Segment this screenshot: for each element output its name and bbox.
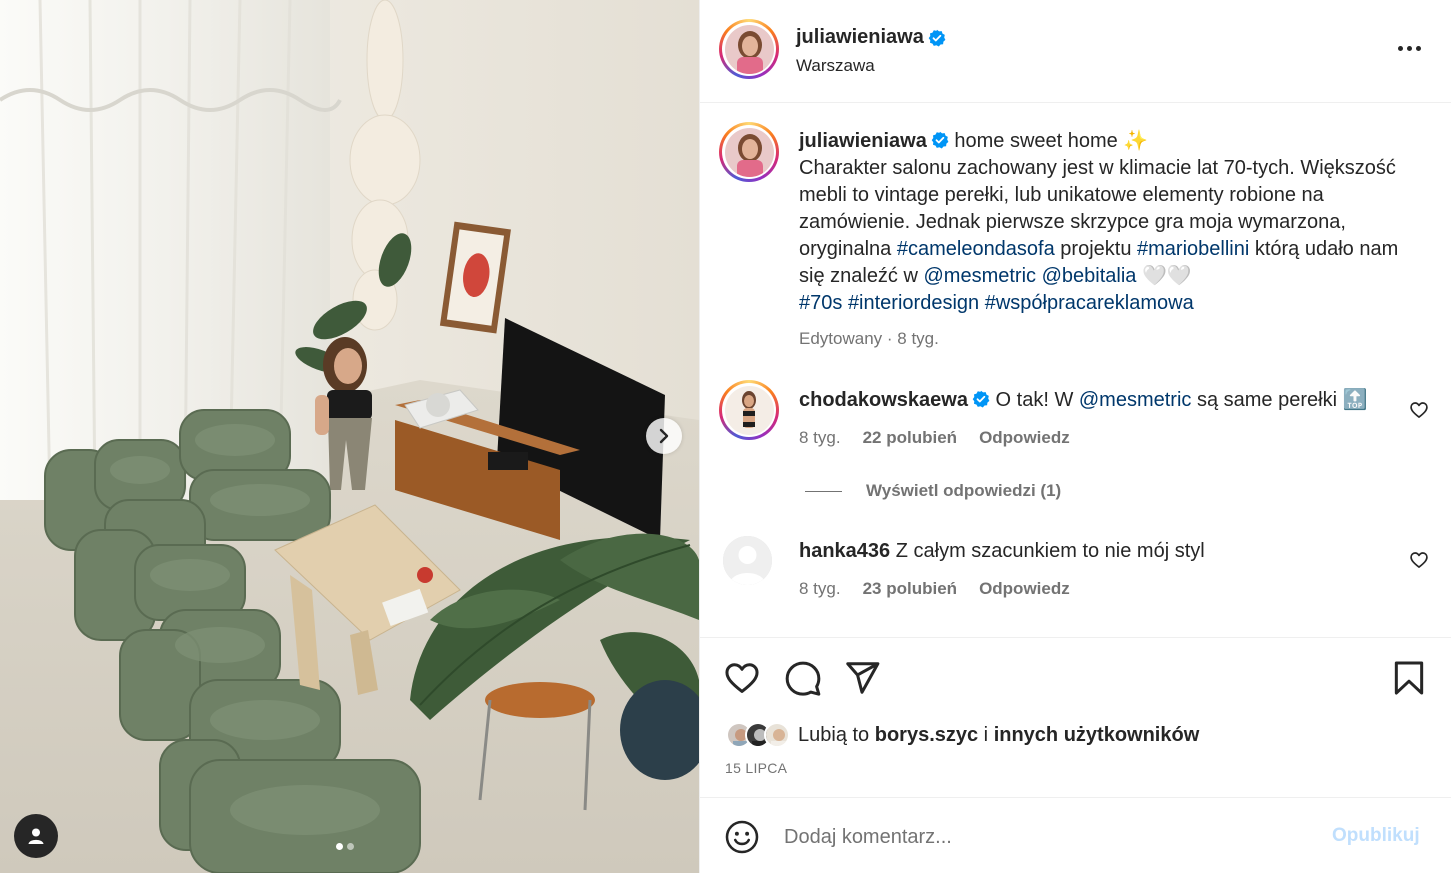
comment-meta: 8 tyg. 23 polubień Odpowiedz [799, 579, 1070, 599]
caption-edited-time[interactable]: Edytowany · 8 tyg. [799, 329, 939, 349]
more-dot-icon [1415, 45, 1421, 51]
hashtag-link[interactable]: #współpracareklamowa [985, 292, 1194, 314]
default-avatar-icon [723, 536, 772, 585]
verified-badge-icon [931, 131, 949, 149]
caption-username[interactable]: juliawieniawa [799, 130, 927, 152]
comment-avatar[interactable] [719, 380, 779, 440]
reply-button[interactable]: Odpowiedz [979, 428, 1070, 448]
post-photo[interactable] [0, 0, 699, 873]
caption-text: projektu [1054, 238, 1137, 260]
more-dot-icon [1397, 45, 1403, 51]
post-date[interactable]: 15 LIPCA [725, 760, 787, 776]
post-location[interactable]: Warszawa [796, 56, 875, 76]
emoji-icon[interactable] [724, 819, 760, 855]
replies-divider-line [805, 490, 842, 492]
author-avatar-image [724, 24, 774, 74]
comments-section[interactable]: juliawieniawa home sweet home ✨ Charakte… [700, 103, 1451, 637]
comment-like-heart-icon[interactable] [1409, 550, 1429, 570]
instagram-post-modal: juliawieniawa Warszawa juliawieniawa hom… [0, 0, 1451, 873]
comment-time[interactable]: 8 tyg. [799, 428, 841, 448]
publish-button[interactable]: Opublikuj [1332, 825, 1420, 847]
post-panel: juliawieniawa Warszawa juliawieniawa hom… [699, 0, 1451, 873]
caption-avatar-image [724, 127, 774, 177]
comment-bubble-icon[interactable] [784, 659, 822, 697]
save-bookmark-icon[interactable] [1390, 659, 1428, 697]
liker-avatar [764, 722, 790, 748]
comment-username[interactable]: chodakowskaewa [799, 389, 968, 411]
comment-likes-count[interactable]: 23 polubień [863, 579, 957, 599]
post-actions: Lubią to borys.szyc i innych użytkownikó… [700, 637, 1451, 797]
post-caption: juliawieniawa home sweet home ✨ Charakte… [799, 128, 1419, 317]
likes-prefix: Lubią to [798, 723, 875, 746]
hashtag-link[interactable]: #70s [799, 292, 842, 314]
view-replies-label: Wyświetl odpowiedzi (1) [866, 481, 1062, 500]
comment-meta: 8 tyg. 22 polubień Odpowiedz [799, 428, 1070, 448]
hashtag-link[interactable]: #interiordesign [848, 292, 979, 314]
hashtag-link[interactable]: #mariobellini [1137, 238, 1249, 260]
verified-badge-icon [928, 29, 946, 46]
likes-text: Lubią to borys.szyc i innych użytkownikó… [798, 724, 1199, 747]
comment-input[interactable] [784, 820, 1304, 854]
share-send-icon[interactable] [843, 659, 881, 697]
author-avatar[interactable] [719, 19, 779, 79]
caption-avatar[interactable] [719, 122, 779, 182]
comment-time[interactable]: 8 tyg. [799, 579, 841, 599]
verified-badge-icon [972, 390, 990, 408]
comment-likes-count[interactable]: 22 polubień [863, 428, 957, 448]
next-photo-button[interactable] [646, 418, 682, 454]
user-icon [28, 828, 44, 844]
comment-like-heart-icon[interactable] [1409, 400, 1429, 420]
more-dot-icon [1406, 45, 1412, 51]
caption-meta: Edytowany · 8 tyg. [799, 329, 939, 349]
chevron-right-icon [659, 428, 669, 444]
carousel-dot [347, 843, 354, 850]
tagged-users-button[interactable] [14, 814, 58, 858]
author-username[interactable]: juliawieniawa [796, 26, 924, 49]
likes-others-link[interactable]: innych użytkowników [994, 724, 1200, 746]
comment-item: hanka436 Z całym szacunkiem to nie mój s… [799, 538, 1419, 565]
like-heart-icon[interactable] [723, 659, 761, 697]
reply-button[interactable]: Odpowiedz [979, 579, 1070, 599]
comment-text: są same perełki 🔝 [1191, 389, 1368, 411]
mention-link[interactable]: @mesmetric [1079, 389, 1192, 411]
likes-middle: i [978, 723, 994, 746]
caption-text: home sweet home ✨ [954, 130, 1149, 152]
mention-link[interactable]: @bebitalia [1042, 265, 1137, 287]
carousel-indicator [336, 843, 354, 850]
comment-text: O tak! W [995, 389, 1079, 411]
caption-text: 🤍🤍 [1136, 265, 1192, 287]
view-replies-button[interactable]: Wyświetl odpowiedzi (1) [805, 481, 1061, 501]
add-comment-bar: Opublikuj [700, 797, 1451, 873]
post-header: juliawieniawa Warszawa [700, 0, 1451, 103]
living-room-photo [0, 0, 699, 873]
hashtag-link[interactable]: #cameleondasofa [897, 238, 1055, 260]
more-options-button[interactable] [1394, 38, 1424, 58]
likes-summary[interactable]: Lubią to borys.szyc i innych użytkownikó… [726, 722, 1199, 748]
comment-item: chodakowskaewa O tak! W @mesmetric są sa… [799, 387, 1419, 414]
carousel-dot-active [336, 843, 343, 850]
comment-avatar-image [724, 385, 774, 435]
comment-avatar-default[interactable] [723, 536, 772, 585]
comment-text: Z całym szacunkiem to nie mój styl [895, 540, 1205, 562]
liker-username[interactable]: borys.szyc [875, 724, 978, 746]
mention-link[interactable]: @mesmetric [924, 265, 1037, 287]
comment-username[interactable]: hanka436 [799, 540, 890, 562]
